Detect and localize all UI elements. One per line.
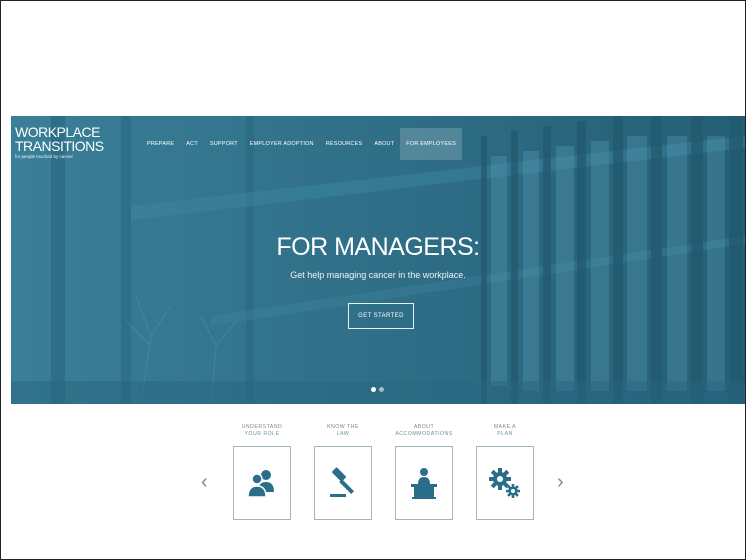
card-about-accommodations[interactable]: ABOUT ACCOMMODATIONS [395, 424, 453, 520]
nav-resources[interactable]: RESOURCES [320, 128, 369, 160]
main-nav: PREPARE ACT SUPPORT EMPLOYER ADOPTION RE… [141, 128, 462, 160]
card-caption-line-1: MAKE A [493, 424, 517, 430]
logo-tagline: for people touched by cancer [15, 154, 74, 159]
get-started-button[interactable]: GET STARTED [348, 303, 414, 329]
nav-employer-adoption[interactable]: EMPLOYER ADOPTION [244, 128, 320, 160]
card-understand-your-role[interactable]: UNDERSTAND YOUR ROLE [233, 424, 291, 520]
card-caption-line-1: UNDERSTAND [241, 424, 283, 430]
gears-icon [489, 468, 520, 498]
hero-headline: FOR MANAGERS: [276, 233, 480, 261]
card-make-a-plan[interactable]: MAKE A PLAN [476, 424, 534, 520]
card-icon-box[interactable] [476, 446, 534, 520]
card-caption-line-2: YOUR ROLE [244, 431, 280, 437]
gavel-icon [330, 467, 355, 497]
card-caption: MAKE A PLAN [476, 424, 534, 442]
card-caption-line-2: ACCOMMODATIONS [395, 431, 453, 437]
site-logo[interactable]: WORKPLACE TRANSITIONS for people touched… [15, 125, 104, 159]
nav-prepare[interactable]: PREPARE [141, 128, 180, 160]
card-icon-box[interactable] [395, 446, 453, 520]
card-caption: UNDERSTAND YOUR ROLE [233, 424, 291, 442]
people-icon [247, 470, 274, 498]
carousel-prev-arrow[interactable]: ‹ [201, 471, 208, 494]
slide-indicators [371, 387, 384, 392]
card-icon-box[interactable] [233, 446, 291, 520]
card-caption-line-2: LAW [336, 431, 350, 437]
card-caption-line-1: ABOUT [413, 424, 435, 430]
carousel-next-arrow[interactable]: › [557, 471, 564, 494]
hero-subheadline: Get help managing cancer in the workplac… [290, 270, 466, 280]
card-caption: ABOUT ACCOMMODATIONS [395, 424, 453, 442]
card-caption: KNOW THE LAW [314, 424, 372, 442]
logo-line-2: TRANSITIONS [15, 138, 104, 154]
logo-line-1: WORKPLACE [15, 124, 100, 140]
card-caption-line-1: KNOW THE [327, 424, 359, 430]
desk-worker-icon [411, 468, 437, 499]
nav-for-employees[interactable]: FOR EMPLOYEES [400, 128, 462, 160]
nav-act[interactable]: ACT [180, 128, 204, 160]
card-icon-box[interactable] [314, 446, 372, 520]
nav-support[interactable]: SUPPORT [204, 128, 244, 160]
hero-banner: WORKPLACE TRANSITIONS for people touched… [11, 116, 745, 404]
slide-dot-1[interactable] [371, 387, 376, 392]
card-caption-line-2: PLAN [497, 431, 513, 437]
card-know-the-law[interactable]: KNOW THE LAW [314, 424, 372, 520]
slide-dot-2[interactable] [379, 387, 384, 392]
browser-frame: WORKPLACE TRANSITIONS for people touched… [0, 0, 746, 560]
nav-about[interactable]: ABOUT [368, 128, 400, 160]
